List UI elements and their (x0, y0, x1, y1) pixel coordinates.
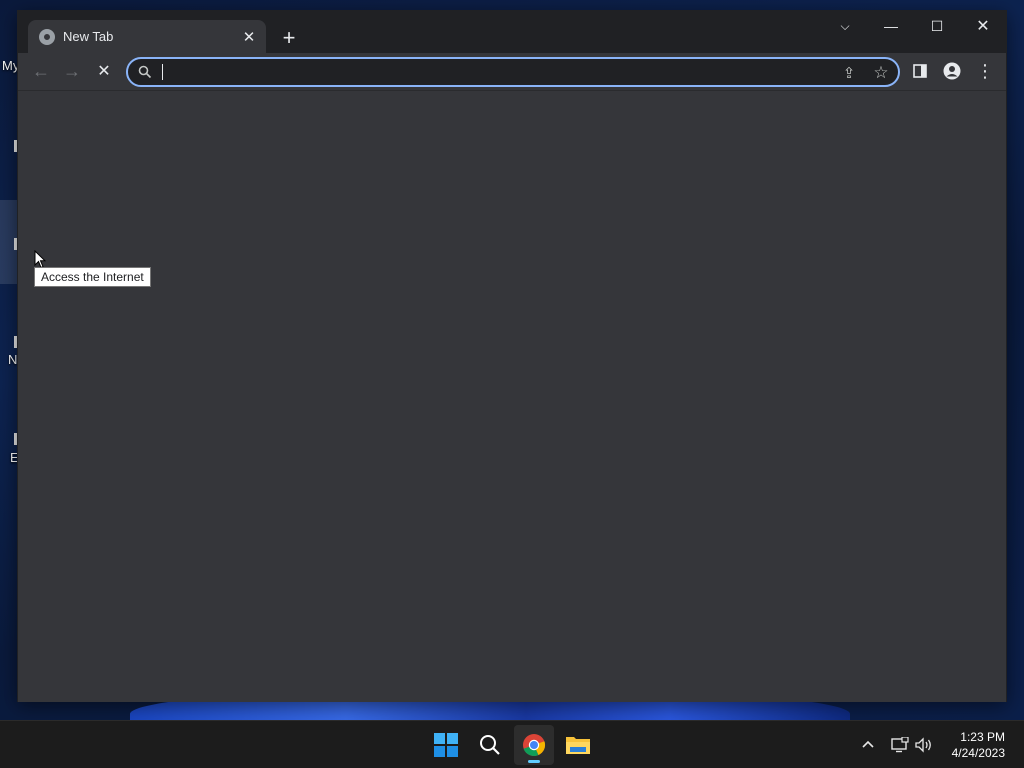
system-clock[interactable]: 1:23 PM 4/24/2023 (952, 729, 1005, 761)
browser-toolbar: ← → ✕ ⇪ ☆ ⋮ (18, 53, 1006, 91)
title-bar[interactable]: New Tab ✕ + ⌵ — ☐ ✕ (18, 11, 1006, 53)
network-display-icon (891, 737, 909, 753)
share-icon[interactable]: ⇪ (838, 62, 860, 84)
page-content (18, 91, 1006, 702)
side-panel-button[interactable] (906, 57, 934, 85)
folder-icon (566, 737, 590, 754)
new-tab-button[interactable]: + (275, 24, 303, 52)
bookmark-star-icon[interactable]: ☆ (870, 62, 892, 84)
address-input[interactable] (162, 62, 802, 82)
chevron-up-icon (862, 740, 874, 748)
volume-icon[interactable] (914, 735, 934, 755)
clock-time: 1:23 PM (960, 730, 1005, 744)
tray-chevron-up-icon[interactable] (858, 735, 878, 755)
start-button[interactable] (426, 725, 466, 765)
chrome-favicon-icon (39, 28, 55, 45)
search-icon (480, 735, 500, 755)
tab-title: New Tab (63, 29, 114, 44)
tooltip: Access the Internet (34, 267, 151, 287)
maximize-button[interactable]: ☐ (914, 11, 960, 41)
profile-avatar-icon (943, 62, 961, 80)
active-app-indicator (528, 760, 540, 763)
tab-search-chevron-icon[interactable]: ⌵ (822, 11, 868, 41)
profile-button[interactable] (938, 57, 966, 85)
chrome-icon (523, 734, 546, 756)
speaker-icon (915, 737, 931, 753)
windows-logo-icon (434, 733, 458, 757)
tab-close-icon[interactable]: ✕ (238, 26, 260, 48)
taskbar-search-button[interactable] (470, 725, 510, 765)
browser-window: New Tab ✕ + ⌵ — ☐ ✕ ← → ✕ ⇪ ☆ ⋮ (17, 10, 1007, 702)
minimize-button[interactable]: — (868, 11, 914, 41)
desktop-icon-label[interactable]: N (8, 352, 17, 367)
address-bar[interactable]: ⇪ ☆ (126, 57, 900, 87)
taskbar: 1:23 PM 4/24/2023 (0, 720, 1024, 768)
close-window-button[interactable]: ✕ (960, 11, 1006, 41)
tab-new-tab[interactable]: New Tab ✕ (28, 20, 266, 53)
search-icon (138, 65, 152, 79)
text-caret (162, 64, 163, 80)
menu-kebab-icon[interactable]: ⋮ (971, 57, 999, 85)
taskbar-file-explorer-button[interactable] (558, 725, 598, 765)
clock-date: 4/24/2023 (951, 746, 1005, 760)
network-icon[interactable] (890, 735, 910, 755)
taskbar-chrome-button[interactable] (514, 725, 554, 765)
forward-button[interactable]: → (58, 57, 86, 85)
back-button[interactable]: ← (27, 57, 55, 85)
side-panel-icon (913, 64, 927, 78)
stop-loading-button[interactable]: ✕ (90, 57, 118, 85)
